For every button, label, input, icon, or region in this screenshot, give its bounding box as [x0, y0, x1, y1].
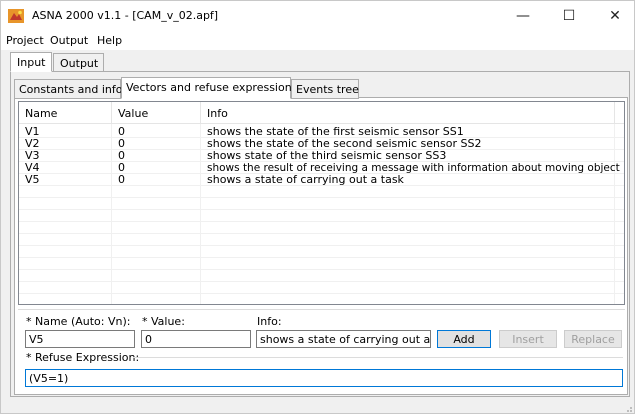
cell-name: V3: [25, 150, 40, 162]
tab-constants-and-info[interactable]: Constants and info: [14, 79, 123, 99]
grid-line: [19, 245, 624, 246]
cell-value: 0: [118, 126, 125, 138]
app-logo-icon: [8, 9, 24, 23]
tab-input[interactable]: Input: [10, 52, 52, 72]
refuse-expression-label: * Refuse Expression:: [26, 351, 140, 364]
cell-info: shows the result of receiving a message …: [207, 162, 620, 174]
info-input[interactable]: shows a state of carrying out a t: [256, 330, 431, 348]
vectors-table[interactable]: Name Value Info V1 0 shows the state of …: [18, 101, 625, 305]
refuse-expression-value: (V5=1): [29, 372, 69, 385]
cell-value: 0: [118, 150, 125, 162]
name-input[interactable]: V5: [25, 330, 135, 348]
grid-line: [19, 293, 624, 294]
table-row[interactable]: V4 0 shows the result of receiving a mes…: [19, 162, 624, 174]
tab-output[interactable]: Output: [53, 53, 104, 72]
window-title: ASNA 2000 v1.1 - [CAM_v_02.apf]: [32, 9, 219, 22]
cell-name: V5: [25, 174, 40, 186]
cell-name: V2: [25, 138, 40, 150]
value-input[interactable]: 0: [141, 330, 251, 348]
replace-button[interactable]: Replace: [564, 330, 622, 348]
tab-events-tree[interactable]: Events tree: [291, 79, 359, 99]
resize-grip-icon[interactable]: [623, 403, 633, 413]
app-window: ASNA 2000 v1.1 - [CAM_v_02.apf] — ☐ ✕ Pr…: [0, 0, 635, 414]
column-header-info[interactable]: Info: [201, 102, 615, 124]
grid-line: [19, 269, 624, 270]
minimize-button[interactable]: —: [500, 1, 546, 31]
cell-info: shows the state of the second seismic se…: [207, 138, 482, 150]
table-row[interactable]: V3 0 shows state of the third seismic se…: [19, 150, 624, 162]
cell-value: 0: [118, 174, 125, 186]
column-header-value[interactable]: Value: [112, 102, 201, 124]
menu-output[interactable]: Output: [50, 34, 88, 47]
maximize-button[interactable]: ☐: [546, 1, 592, 31]
group-divider: [18, 309, 625, 310]
group-divider: [133, 357, 623, 358]
close-button[interactable]: ✕: [592, 1, 635, 31]
cell-name: V4: [25, 162, 40, 174]
cell-info: shows the state of the first seismic sen…: [207, 126, 464, 138]
menu-help[interactable]: Help: [97, 34, 122, 47]
grid-line: [19, 197, 624, 198]
cell-value: 0: [118, 138, 125, 150]
cell-info: shows a state of carrying out a task: [207, 174, 404, 186]
menu-project[interactable]: Project: [6, 34, 44, 47]
insert-button[interactable]: Insert: [499, 330, 557, 348]
table-row[interactable]: V2 0 shows the state of the second seism…: [19, 138, 624, 150]
info-label: Info:: [257, 315, 282, 328]
tab-vectors-and-refuse-expression[interactable]: Vectors and refuse expression: [121, 77, 292, 99]
name-label: * Name (Auto: Vn):: [26, 315, 131, 328]
refuse-expression-input[interactable]: (V5=1): [25, 369, 623, 387]
grid-line: [19, 257, 624, 258]
title-bar[interactable]: ASNA 2000 v1.1 - [CAM_v_02.apf] — ☐ ✕: [1, 1, 634, 31]
grid-line: [19, 209, 624, 210]
column-header-name[interactable]: Name: [19, 102, 112, 124]
menu-bar: Project Output Help: [1, 31, 634, 50]
table-row[interactable]: V1 0 shows the state of the first seismi…: [19, 126, 624, 138]
cell-value: 0: [118, 162, 125, 174]
table-header: Name Value Info: [19, 102, 624, 124]
grid-line: [19, 233, 624, 234]
grid-line: [19, 221, 624, 222]
cell-name: V1: [25, 126, 40, 138]
cell-info: shows state of the third seismic sensor …: [207, 150, 447, 162]
add-button[interactable]: Add: [437, 330, 491, 348]
value-label: * Value:: [142, 315, 185, 328]
grid-line: [19, 281, 624, 282]
table-row[interactable]: V5 0 shows a state of carrying out a tas…: [19, 174, 624, 186]
